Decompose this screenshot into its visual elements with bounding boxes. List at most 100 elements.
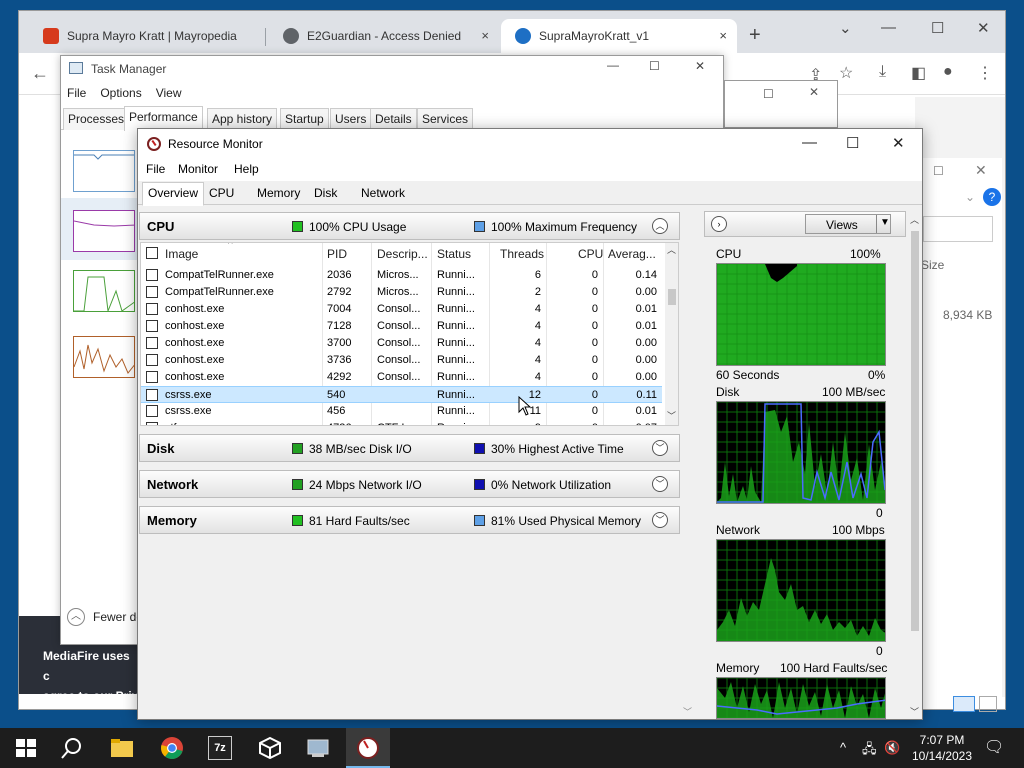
expand-chevron-down-icon[interactable]: ﹀ (652, 440, 668, 456)
resource-monitor-taskbar-button[interactable] (346, 728, 390, 768)
taskbar-clock[interactable]: 7:07 PM 10/14/2023 (906, 732, 978, 764)
collapse-chevron-up-icon[interactable]: ︿ (652, 218, 668, 234)
views-button[interactable]: Views ▼ (805, 214, 891, 234)
browser-tab-e2guardian[interactable]: E2Guardian - Access Denied × (269, 19, 499, 53)
row-checkbox[interactable] (146, 269, 158, 281)
tab-users[interactable]: Users (330, 108, 372, 130)
menu-help[interactable]: Help (234, 162, 259, 176)
memory-section-header[interactable]: Memory 81 Hard Faults/sec 81% Used Physi… (139, 506, 680, 534)
browser-tab-mayropedia[interactable]: Supra Mayro Kratt | Mayropedia (29, 19, 269, 53)
help-icon[interactable]: ? (983, 188, 1001, 206)
tab-cpu[interactable]: CPU (204, 183, 239, 205)
menu-file[interactable]: File (67, 83, 86, 103)
7zip-icon[interactable]: 7z (208, 736, 232, 760)
disk-section-header[interactable]: Disk 38 MB/sec Disk I/O 30% Highest Acti… (139, 434, 680, 462)
maximize-icon[interactable]: ☐ (649, 59, 660, 73)
tab-details[interactable]: Details (370, 108, 417, 130)
minimize-icon[interactable]: — (607, 58, 619, 72)
side-panel-icon[interactable]: ◧ (911, 63, 926, 83)
notification-icon[interactable]: 🗨 (984, 737, 1004, 757)
close-tab-icon[interactable]: × (719, 28, 727, 43)
scroll-down-icon[interactable]: ﹀ (667, 409, 676, 422)
cpu-thumbnail[interactable] (73, 150, 135, 192)
tab-app-history[interactable]: App history (207, 108, 278, 130)
memory-thumbnail[interactable] (73, 210, 135, 252)
volume-muted-icon[interactable]: 🔇 (884, 740, 900, 756)
row-checkbox[interactable] (146, 422, 158, 425)
scroll-down-icon[interactable]: ﹀ (910, 705, 919, 718)
table-row[interactable]: conhost.exe 7128 Consol... Runni... 4 0 0.01 (141, 318, 662, 335)
expand-chevron-down-icon[interactable]: ﹀ (652, 512, 668, 528)
table-row[interactable]: csrss.exe 540 Runni... 12 0 0.11 (141, 386, 662, 403)
search-box[interactable] (923, 216, 993, 242)
col-description[interactable]: Descrip... (377, 247, 428, 261)
col-status[interactable]: Status (437, 247, 471, 261)
row-checkbox[interactable] (146, 371, 158, 383)
chrome-menu-icon[interactable]: ⋮ (977, 63, 993, 83)
close-icon[interactable]: ✕ (975, 162, 987, 179)
close-icon[interactable]: ✕ (809, 85, 819, 99)
scroll-up-icon[interactable]: ︿ (667, 243, 676, 256)
graph-panel-scrollbar[interactable]: ︿ ﹀ (908, 211, 922, 719)
tab-search-icon[interactable]: ⌄ (839, 19, 852, 37)
close-tab-icon[interactable]: × (481, 28, 489, 43)
table-scrollbar[interactable]: ︿ ﹀ (665, 243, 678, 425)
col-threads[interactable]: Threads (500, 247, 544, 261)
scroll-down-icon[interactable]: ﹀ (683, 705, 692, 718)
minimize-icon[interactable]: — (881, 19, 896, 36)
network-app-icon[interactable] (306, 736, 330, 760)
table-row[interactable]: conhost.exe 3736 Consol... Runni... 4 0 0.00 (141, 352, 662, 369)
tab-network[interactable]: Network (356, 183, 410, 205)
tab-processes[interactable]: Processes (63, 108, 130, 130)
network-status-icon[interactable]: 🖧 (862, 740, 877, 762)
tab-services[interactable]: Services (417, 108, 474, 130)
col-image[interactable]: Image (165, 247, 198, 261)
row-checkbox[interactable] (146, 320, 158, 332)
tab-startup[interactable]: Startup (280, 108, 329, 130)
select-all-checkbox[interactable] (146, 247, 158, 259)
scroll-up-icon[interactable]: ︿ (910, 213, 919, 226)
close-icon[interactable]: ✕ (892, 134, 905, 152)
close-icon[interactable]: ✕ (977, 19, 990, 37)
unity-icon[interactable] (258, 736, 282, 760)
chevron-down-icon[interactable]: ⌄ (965, 190, 975, 204)
restore-icon[interactable]: ☐ (933, 164, 944, 178)
maximize-icon[interactable]: ☐ (846, 134, 859, 152)
search-icon[interactable] (60, 736, 84, 760)
menu-options[interactable]: Options (100, 83, 141, 103)
maximize-icon[interactable]: ☐ (931, 19, 944, 37)
network-thumbnail[interactable] (73, 336, 135, 378)
close-icon[interactable]: ✕ (695, 59, 705, 73)
menu-view[interactable]: View (156, 83, 182, 103)
tab-memory[interactable]: Memory (252, 183, 305, 205)
bookmark-star-icon[interactable]: ☆ (839, 63, 853, 83)
download-icon[interactable]: ⤓ (879, 63, 886, 81)
cpu-section-header[interactable]: CPU 100% CPU Usage 100% Maximum Frequenc… (139, 212, 680, 240)
profile-avatar-icon[interactable]: ● (943, 63, 953, 81)
table-row[interactable]: conhost.exe 7004 Consol... Runni... 4 0 0.01 (141, 301, 662, 318)
collapse-panel-icon[interactable]: › (711, 216, 727, 232)
col-average[interactable]: Averag... (608, 247, 656, 261)
row-checkbox[interactable] (146, 405, 158, 417)
browser-tab-supramayrokratt[interactable]: SupraMayroKratt_v1 × (501, 19, 737, 53)
table-row[interactable]: CompatTelRunner.exe 2792 Micros... Runni...… (141, 284, 662, 301)
tab-overview[interactable]: Overview (142, 182, 205, 206)
table-row[interactable]: CompatTelRunner.exe 2036 Micros... Runni...… (141, 267, 662, 284)
start-icon[interactable] (14, 736, 38, 760)
menu-file[interactable]: File (146, 162, 165, 176)
row-checkbox[interactable] (146, 303, 158, 315)
large-icons-view-icon[interactable] (979, 696, 997, 712)
chevron-up-icon[interactable]: ^ (840, 740, 846, 755)
chrome-icon[interactable] (160, 736, 184, 760)
fewer-details-button[interactable]: ︿ Fewer de (67, 608, 143, 626)
tab-disk[interactable]: Disk (309, 183, 342, 205)
col-pid[interactable]: PID (327, 247, 347, 261)
scroll-thumb[interactable] (668, 289, 676, 305)
menu-monitor[interactable]: Monitor (178, 162, 218, 176)
table-row[interactable]: csrss.exe 456 Runni... 11 0 0.01 (141, 403, 662, 420)
row-checkbox[interactable] (146, 354, 158, 366)
table-row[interactable]: conhost.exe 3700 Consol... Runni... 4 0 0.00 (141, 335, 662, 352)
table-row[interactable]: ctfmon.exe 4736 CTF Lo... Runni... 9 0 0.07 (141, 420, 662, 425)
network-section-header[interactable]: Network 24 Mbps Network I/O 0% Network U… (139, 470, 680, 498)
row-checkbox[interactable] (146, 286, 158, 298)
